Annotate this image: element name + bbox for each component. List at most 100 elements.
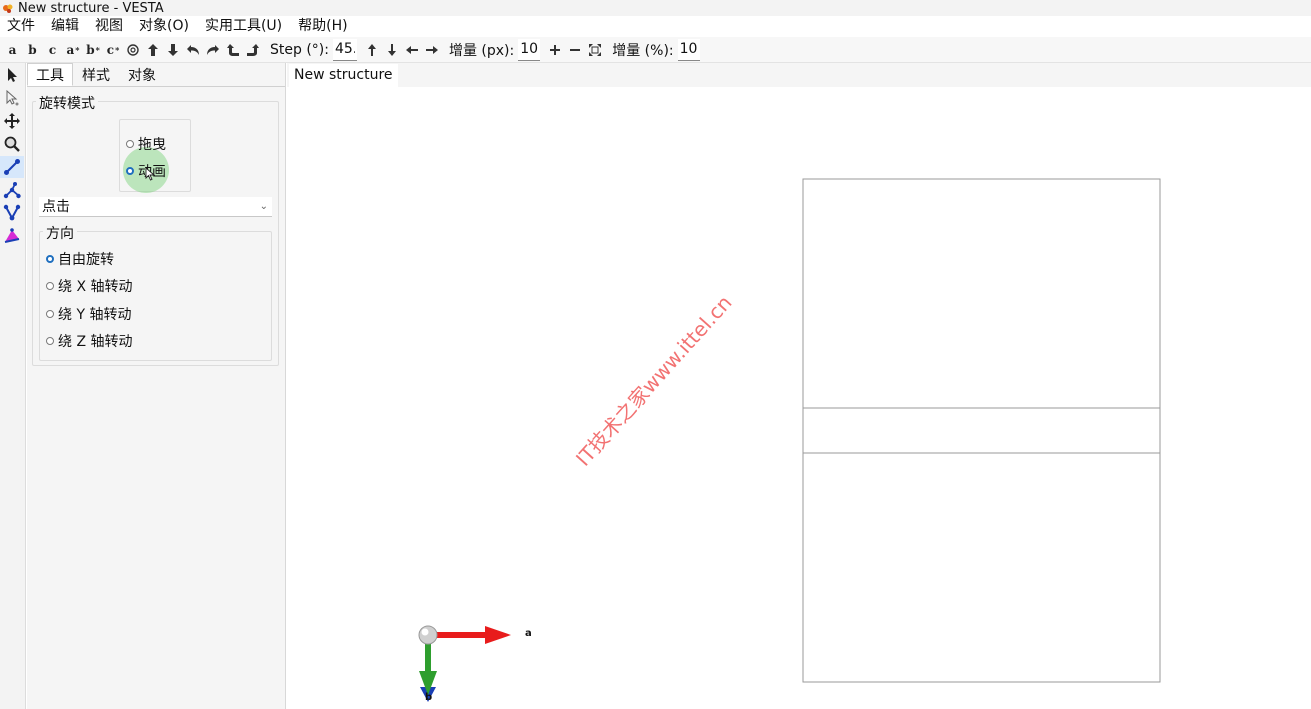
move-arrows-icon xyxy=(4,113,20,129)
dihedral-angle-tool[interactable] xyxy=(0,202,24,224)
view-along-c-star-button[interactable]: c * xyxy=(104,40,122,60)
view-along-b-button[interactable]: b xyxy=(24,40,42,60)
direction-title: 方向 xyxy=(43,223,77,243)
translate-tool[interactable] xyxy=(0,110,24,132)
trigger-select-value: 点击 xyxy=(42,199,70,215)
rotate-cw-button[interactable] xyxy=(244,40,262,60)
structure-drawing xyxy=(418,178,1161,702)
rotate-down-button[interactable] xyxy=(164,40,182,60)
translate-down-button[interactable] xyxy=(383,40,401,60)
arrow-right-thin-icon xyxy=(425,45,438,54)
rotate-left-button[interactable] xyxy=(184,40,202,60)
increment-pct-input[interactable] xyxy=(677,38,700,61)
arrow-down-thin-icon xyxy=(387,43,396,56)
increment-pct-label: 增量 (%): xyxy=(612,42,674,59)
radio-free-rotation-label: 自由旋转 xyxy=(58,252,114,268)
increment-px-input[interactable] xyxy=(518,38,541,61)
turn-right-icon xyxy=(247,43,259,56)
zoom-tool[interactable] xyxy=(0,133,24,155)
bond-distance-icon xyxy=(4,159,20,175)
radio-y-axis-label: 绕 Y 轴转动 xyxy=(58,307,132,323)
b-axis-label: b xyxy=(425,692,433,703)
tab-tools[interactable]: 工具 xyxy=(27,63,73,86)
axis-origin-highlight xyxy=(421,628,429,636)
document-tab[interactable]: New structure xyxy=(289,64,398,87)
select-pointer-tool[interactable] xyxy=(0,87,24,109)
tab-objects[interactable]: 对象 xyxy=(119,63,165,86)
menu-file[interactable]: 文件 xyxy=(0,16,43,37)
window-title: New structure - VESTA xyxy=(18,0,164,16)
document-tab-strip xyxy=(287,63,1311,87)
zoom-out-button[interactable] xyxy=(566,40,584,60)
bond-angle-tool[interactable] xyxy=(0,179,24,201)
arrow-left-thin-icon xyxy=(405,45,418,54)
tab-style[interactable]: 样式 xyxy=(73,63,119,86)
radio-free-rotation-indicator xyxy=(46,255,54,263)
translate-left-button[interactable] xyxy=(403,40,421,60)
menu-help[interactable]: 帮助(H) xyxy=(290,16,355,37)
arrow-up-thin-icon xyxy=(367,43,376,56)
trigger-select[interactable]: 点击 ⌄ xyxy=(39,197,272,217)
menu-utilities[interactable]: 实用工具(U) xyxy=(197,16,290,37)
standard-orientation-button[interactable] xyxy=(124,40,142,60)
view-along-a-button[interactable]: a xyxy=(4,40,22,60)
plus-icon xyxy=(550,44,561,55)
unit-cell-outline xyxy=(802,178,1161,683)
translate-right-button[interactable] xyxy=(423,40,441,60)
rotation-mode-title: 旋转模式 xyxy=(36,93,98,113)
a-axis-arrow-head xyxy=(485,626,511,644)
radio-y-axis-indicator xyxy=(46,310,54,318)
turn-left-icon xyxy=(227,43,239,56)
fit-to-screen-button[interactable] xyxy=(586,40,604,60)
panel-tabs: 工具 样式 对象 xyxy=(27,63,285,87)
select-tool[interactable] xyxy=(0,64,24,86)
step-input[interactable] xyxy=(332,38,357,61)
rotate-up-button[interactable] xyxy=(144,40,162,60)
rotate-tool[interactable] xyxy=(0,156,24,178)
menu-view[interactable]: 视图 xyxy=(87,16,131,37)
radio-z-axis[interactable]: 绕 Z 轴转动 xyxy=(46,331,133,351)
view-along-b-star-button[interactable]: b * xyxy=(84,40,102,60)
radio-z-axis-label: 绕 Z 轴转动 xyxy=(58,334,133,350)
radio-y-axis[interactable]: 绕 Y 轴转动 xyxy=(46,304,131,324)
menu-objects[interactable]: 对象(O) xyxy=(131,16,197,37)
fit-screen-icon xyxy=(589,43,602,56)
radio-x-axis[interactable]: 绕 X 轴转动 xyxy=(46,276,133,296)
chevron-down-icon: ⌄ xyxy=(259,201,268,212)
bond-angle-icon xyxy=(3,182,21,199)
translate-up-button[interactable] xyxy=(363,40,381,60)
rotate-ccw-button[interactable] xyxy=(224,40,242,60)
structure-canvas[interactable]: a b xyxy=(287,87,1311,709)
curved-arrow-right-icon xyxy=(207,44,219,55)
structure-viewer: New structure a b xyxy=(287,63,1311,709)
radio-free-rotation[interactable]: 自由旋转 xyxy=(46,249,114,269)
radio-drag-label: 拖曳 xyxy=(138,137,166,153)
side-panel: 工具 样式 对象 旋转模式 拖曳 动画 点击 ⌄ 方向 自由旋转 绕 X 轴转动… xyxy=(27,63,286,709)
radio-drag-indicator xyxy=(126,140,134,148)
mouse-cursor-icon xyxy=(145,167,155,181)
radio-x-axis-label: 绕 X 轴转动 xyxy=(58,279,133,295)
curved-arrow-left-icon xyxy=(187,44,199,55)
tool-strip xyxy=(0,63,26,709)
axis-origin-sphere xyxy=(418,625,438,645)
zoom-in-button[interactable] xyxy=(546,40,564,60)
orientation-icon xyxy=(127,43,139,56)
rotate-right-button[interactable] xyxy=(204,40,222,60)
magnifier-icon xyxy=(4,136,20,152)
radio-animation-indicator xyxy=(126,167,134,175)
menu-bar: 文件 编辑 视图 对象(O) 实用工具(U) 帮助(H) xyxy=(0,16,1311,37)
cursor-arrow-icon xyxy=(8,68,17,82)
view-along-a-star-button[interactable]: a * xyxy=(64,40,82,60)
radio-z-axis-indicator xyxy=(46,337,54,345)
menu-edit[interactable]: 编辑 xyxy=(43,16,87,37)
view-along-c-button[interactable]: c xyxy=(44,40,62,60)
lattice-plane-tool[interactable] xyxy=(0,225,24,247)
arrow-up-icon xyxy=(148,43,158,56)
arrow-down-icon xyxy=(168,43,178,56)
view-toolbar: a b c a* b* c* Step (°): 增量 (px): xyxy=(0,37,1311,63)
vesta-app-icon xyxy=(3,4,13,13)
title-bar: New structure - VESTA xyxy=(0,0,1311,16)
plane-icon xyxy=(4,228,20,243)
radio-drag[interactable]: 拖曳 xyxy=(126,134,166,154)
pointer-dotted-icon xyxy=(6,89,19,106)
